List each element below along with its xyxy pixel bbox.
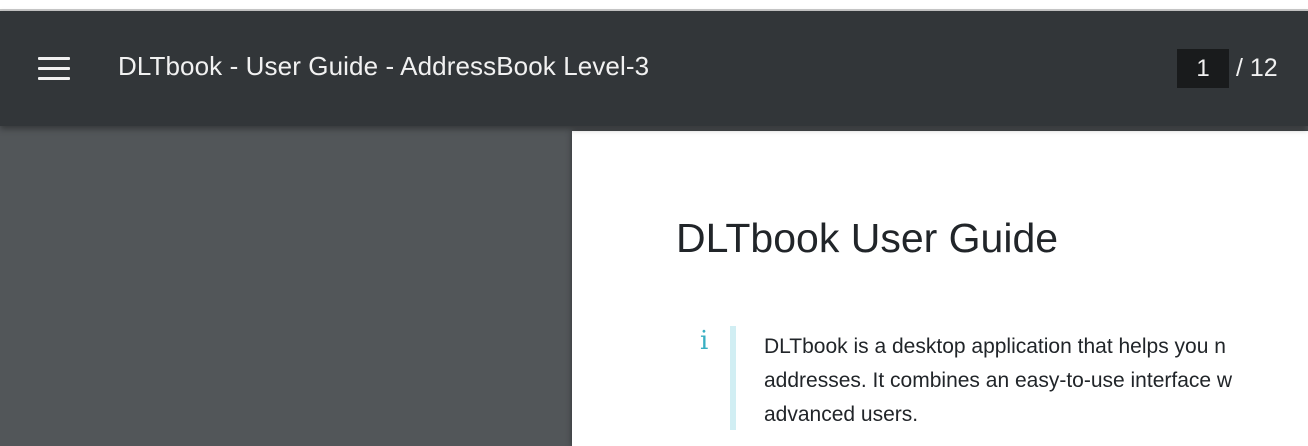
document-title: DLTbook - User Guide - AddressBook Level…	[118, 51, 650, 81]
menu-bar-middle	[38, 67, 70, 70]
callout-line: addresses. It combines an easy-to-use in…	[764, 369, 1233, 392]
window-top-edge	[0, 0, 1308, 11]
callout-line: DLTbook is a desktop application that he…	[764, 335, 1226, 358]
pdf-toolbar: DLTbook - User Guide - AddressBook Level…	[0, 11, 1308, 126]
info-callout: i DLTbook is a desktop application that …	[676, 326, 1308, 430]
page-total: / 12	[1236, 54, 1278, 82]
viewer-background	[0, 126, 572, 446]
callout-border	[730, 326, 736, 430]
pdf-page: DLTbook User Guide i DLTbook is a deskto…	[572, 131, 1308, 446]
page-heading: DLTbook User Guide	[676, 215, 1059, 261]
menu-bar-top	[38, 57, 70, 60]
callout-text: DLTbook is a desktop application that he…	[764, 330, 1308, 432]
hamburger-menu-icon[interactable]	[26, 41, 82, 97]
menu-bar-bottom	[38, 77, 70, 80]
page-number-input[interactable]	[1177, 49, 1229, 88]
callout-line: advanced users.	[764, 403, 919, 426]
info-icon: i	[700, 326, 709, 356]
